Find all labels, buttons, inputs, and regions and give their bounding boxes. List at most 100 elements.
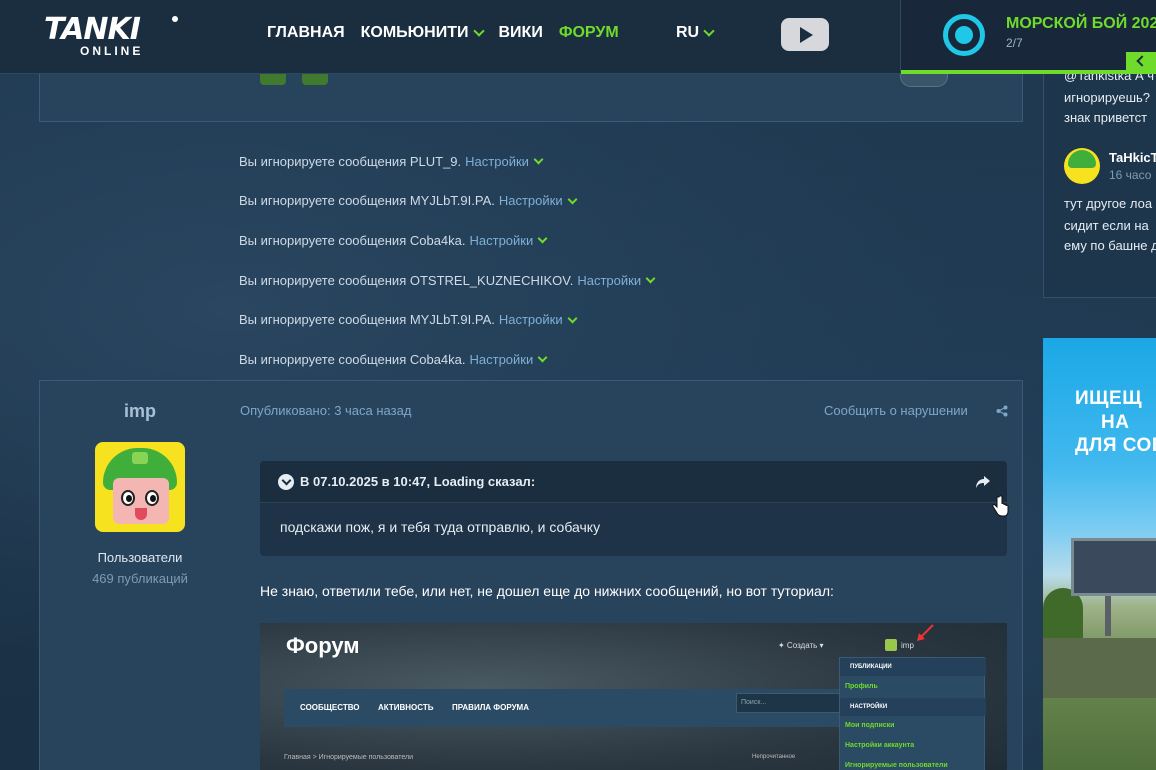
report-link[interactable]: Сообщить о нарушении [824,403,968,418]
chevron-down-icon[interactable] [533,154,544,165]
ad-text: НА [1101,412,1130,433]
screenshot-breadcrumb: Главная > Игнорируемые пользователи [284,754,414,761]
ignored-row: Вы игнорируете сообщения OTSTREL_KUZNECH… [239,261,656,301]
avatar-mouth [135,508,147,520]
activity-sidebar: @Tankistka А ч игнорируешь? знак приветс… [1043,60,1156,298]
activity-text: тут другое лоа [1064,196,1153,211]
screenshot-nav-item: АКТИВНОСТЬ [378,703,434,712]
chevron-down-icon[interactable] [537,352,548,363]
promo-progress-bar [901,70,1156,74]
chevron-down-icon [703,25,715,37]
ignored-text: Вы игнорируете сообщения Coba4ka. [239,232,466,248]
ad-text: ИЩЕЩ [1075,388,1143,409]
ad-tank [1043,638,1156,698]
ignored-settings-link[interactable]: Настройки [499,310,563,330]
screenshot-user-avatar [885,639,897,651]
author-post-count: 469 публикаций [92,571,188,586]
ad-billboard-pole [1105,596,1111,636]
chevron-down-icon[interactable] [567,194,578,205]
ignored-settings-link[interactable]: Настройки [470,350,534,370]
main-nav: ГЛАВНАЯ КОМЬЮНИТИ ВИКИ ФОРУМ [267,24,635,42]
screenshot-create: ✦ Создать ▾ [778,641,824,650]
chevron-down-icon [472,25,485,37]
screenshot-search: Поиск... [736,693,846,713]
promo-count: 2/7 [1006,36,1023,50]
quote-text: подскажи пож, я и тебя туда отправлю, и … [280,519,601,535]
nav-community[interactable]: КОМЬЮНИТИ [360,24,485,42]
language-selector[interactable]: RU [676,24,715,42]
site-header: TANKI ONLINE ГЛАВНАЯ КОМЬЮНИТИ ВИКИ ФОРУ… [0,0,1156,74]
avatar-star [132,452,148,464]
chevron-down-icon[interactable] [537,234,548,244]
author-name[interactable]: imp [40,401,240,422]
quote-header[interactable]: В 07.10.2025 в 10:47, Loading сказал: [260,461,1007,503]
advertisement-banner[interactable]: ИЩЕЩ НА ДЛЯ СОВ [1043,338,1156,770]
post-published-date[interactable]: Опубликовано: 3 часа назад [240,403,411,418]
ignored-row: Вы игнорируете сообщения Coba4ka. Настрой… [239,340,654,380]
logo-dot [172,16,178,22]
avatar-face [113,478,169,524]
ad-billboard [1071,538,1156,596]
ignored-settings-link[interactable]: Настройки [577,271,641,291]
avatar[interactable] [95,442,185,532]
menu-ignored-users: Игнорируемые пользователи [845,762,948,769]
ignored-text: Вы игнорируете сообщения PLUT_9. [239,153,462,169]
ignored-settings-link[interactable]: Настройки [470,231,534,251]
activity-time: 16 часо [1109,168,1152,182]
forum-post: imp Пользователи 469 публикаций Опублико… [39,380,1023,770]
screenshot-nav-item: СООБЩЕСТВО [300,703,360,712]
activity-text: ему по башне д [1064,238,1156,253]
youtube-icon[interactable] [781,18,829,51]
post-text: Не знаю, ответили тебе, или нет, не доше… [260,583,834,599]
promo-banner[interactable]: МОРСКОЙ БОЙ 2025 2/7 [900,0,1156,74]
nav-home[interactable]: ГЛАВНАЯ [267,24,345,42]
menu-profile: Профиль [845,683,878,690]
chevron-left-icon[interactable] [1126,52,1156,70]
nav-forum-label: ФОРУМ [558,24,619,41]
red-arrow-icon [917,624,934,641]
ignored-messages-list: Вы игнорируете сообщения PLUT_9. Настройк… [239,142,656,380]
nav-forum[interactable]: ФОРУМ [559,24,619,42]
nav-wiki-label: ВИКИ [498,24,543,41]
chevron-down-icon[interactable] [645,273,656,284]
ignored-row: Вы игнорируете сообщения MYJLbT.9I.PA. На… [239,182,654,222]
avatar-eye [121,490,135,506]
author-role: Пользователи [97,550,183,565]
ignored-row: Вы игнорируете сообщения PLUT_9. Настройк… [239,142,654,182]
logo-sub-text: ONLINE [80,44,144,58]
screenshot-user-menu: ПУБЛИКАЦИИ Профиль НАСТРОЙКИ Мои подписк… [839,657,986,770]
promo-title: МОРСКОЙ БОЙ 2025 [1006,15,1156,32]
collapse-icon[interactable] [278,473,294,490]
screenshot-username: imp [901,641,914,650]
go-to-quote-icon[interactable] [975,475,991,489]
post-author-panel: imp Пользователи 469 публикаций [40,401,240,586]
nav-community-label: КОМЬЮНИТИ [360,24,469,41]
menu-section-settings: НАСТРОЙКИ [840,698,986,716]
nav-wiki[interactable]: ВИКИ [499,24,543,42]
ignored-settings-link[interactable]: Настройки [499,191,563,211]
activity-user-name[interactable]: TaHkicT [1109,150,1156,165]
ad-text: ДЛЯ СОВ [1075,435,1156,456]
embedded-screenshot[interactable]: Форум ✦ Создать ▾ imp СООБЩЕСТВО АКТИВНО… [260,623,1007,770]
nav-home-label: ГЛАВНАЯ [267,24,345,41]
screenshot-title: Форум [286,633,360,658]
screenshot-nav-item: ПРАВИЛА ФОРУМА [452,703,529,712]
activity-text: игнорируешь? [1064,90,1151,105]
hand-cursor-icon [992,495,1009,517]
ignored-row: Вы игнорируете сообщения MYJLbT.9I.PA. На… [239,300,654,340]
ignored-row: Вы игнорируете сообщения Coba4ka. Настрой… [239,221,654,261]
ignored-text: Вы игнорируете сообщения Coba4ka. [239,351,466,367]
ignored-text: Вы игнорируете сообщения MYJLbT.9I.PA. [239,193,495,209]
avatar[interactable] [1064,148,1100,184]
activity-text: знак приветст [1064,110,1148,125]
ignored-text: Вы игнорируете сообщения OTSTREL_KUZNECH… [239,272,574,288]
ignored-settings-link[interactable]: Настройки [465,152,529,172]
share-icon[interactable] [996,405,1008,417]
chevron-down-icon[interactable] [567,313,578,324]
menu-section-publications: ПУБЛИКАЦИИ [840,658,986,676]
quote-block: В 07.10.2025 в 10:47, Loading сказал: по… [260,461,1007,556]
target-icon [943,14,985,56]
quote-author: В 07.10.2025 в 10:47, Loading сказал: [300,474,536,489]
menu-subscriptions: Мои подписки [845,722,895,729]
tanki-logo[interactable]: TANKI ONLINE [44,12,184,58]
